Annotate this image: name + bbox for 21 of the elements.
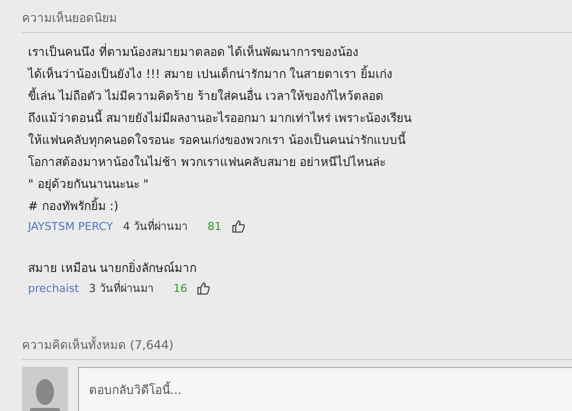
author-link[interactable]: JAYSTSM PERCY <box>28 220 113 232</box>
like-count: 81 <box>208 220 222 232</box>
comment-text: ให้แฟนคลับทุกคนอดใจรอนะ รอคนเก่งของพวกเรา น้องเป็นคนน่ารักแบบนี้ <box>28 130 407 150</box>
avatar-icon <box>22 367 68 411</box>
comment-text: ถึงแม้ว่าตอนนี้ สมายยังไม่มีผลงานอะไรออกมา มากเท่าไหร่ เพราะน้องเรียน <box>28 108 412 127</box>
thumbs-up-icon[interactable] <box>197 282 210 294</box>
comment-text: ได้เห็นว่าน้องเป็นยังไง !!! สมาย เปนเด็กน่ารักมาก ในสายตาเรา ยิ้มเก่ง <box>28 64 394 83</box>
comment-text: เราเป็นคนนึง ที่ตามน้องสมายมาตลอด ได้เห็นพัฒนาการของน้อง <box>28 42 360 61</box>
thumbs-up-icon[interactable] <box>232 220 244 232</box>
comment-text: สมาย เหมือน นายกยิ่งลักษณ์มาก <box>28 258 198 277</box>
comment-time: 3 วันที่ผ่านมา <box>88 280 154 297</box>
comment-text: ขี้เล่น ไม่ถือตัว ไม่มีความคิดร้าย ร้ายใส่คนอื่น เวลาให้ของก้ไหว้ตลอด <box>28 86 384 105</box>
section-heading: ความคิดเห็นทั้งหมด (7,644) <box>22 335 572 360</box>
comment-time: 4 วันที่ผ่านมา <box>123 218 188 235</box>
reply-field[interactable]: ตอบกลับวิดีโอนี้... <box>78 367 572 411</box>
comment-text: โอกาสต้องมาหาน้องในไม่ช้า พวกเราแฟนคลับสมาย อย่าหนีไปไหนล่ะ <box>28 154 387 171</box>
section-heading: ความเห็นยอดนิยม <box>22 8 572 33</box>
author-link[interactable]: prechaist <box>28 282 79 294</box>
like-count: 16 <box>173 282 188 294</box>
comment-text: # กองทัพรักยิ้ม :) <box>28 196 120 215</box>
comment-text: " อยุ่ด้วยกันนานนะนะ " <box>28 176 150 194</box>
